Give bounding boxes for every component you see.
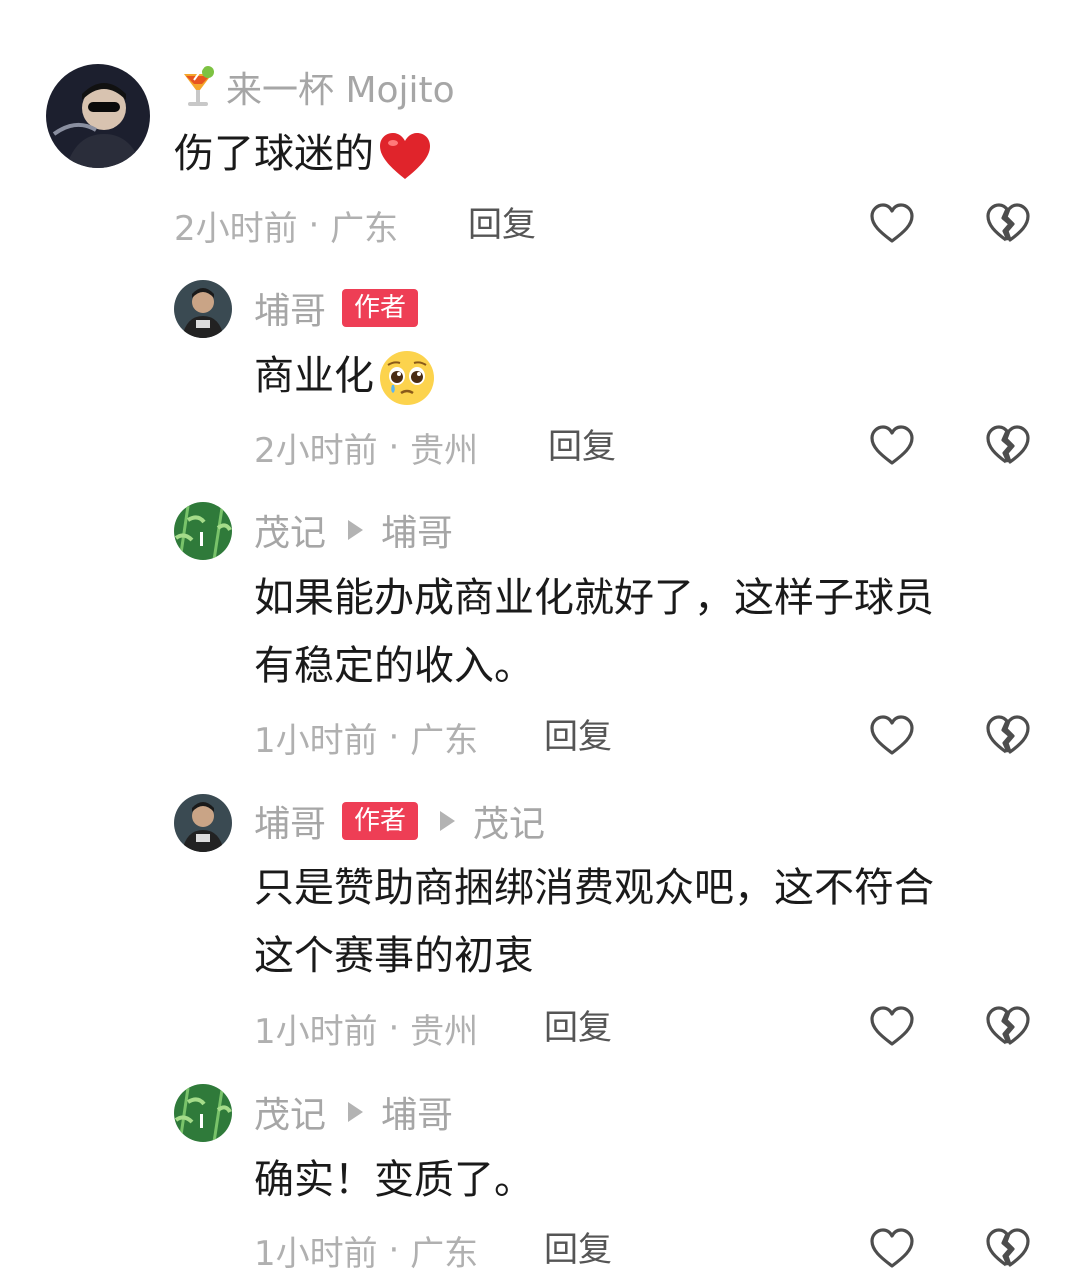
like-button[interactable] bbox=[868, 1003, 916, 1051]
heart-outline-icon bbox=[868, 1003, 916, 1051]
comment-1-meta: 2小时前 · 广东 bbox=[174, 200, 398, 250]
comment-1-text: 伤了球迷的 bbox=[174, 120, 432, 188]
comment-text-line: 这个赛事的初衷 bbox=[254, 933, 534, 979]
comment-5-author-row: 茂记 埔哥 bbox=[254, 1087, 453, 1137]
meta-separator: · bbox=[377, 1230, 411, 1270]
comment-3-text: 如果能办成商业化就好了，这样子球员 有稳定的收入。 bbox=[254, 564, 934, 700]
comment-1-author-row: 来一杯 Mojito bbox=[180, 62, 455, 112]
pleading-face-emoji bbox=[378, 349, 436, 407]
like-button[interactable] bbox=[868, 200, 916, 248]
comment-text-line: 有稳定的收入。 bbox=[254, 643, 534, 689]
reply-button[interactable]: 回复 bbox=[548, 422, 616, 472]
reply-to-name[interactable]: 茂记 bbox=[473, 795, 545, 847]
comment-location: 广东 bbox=[410, 720, 479, 761]
heart-outline-icon bbox=[868, 422, 916, 470]
comment-text-line: 只是赞助商捆绑消费观众吧，这不符合 bbox=[254, 865, 934, 911]
meta-separator: · bbox=[377, 717, 411, 757]
comment-author-name[interactable]: 茂记 bbox=[254, 1086, 326, 1138]
broken-heart-outline-icon bbox=[984, 200, 1032, 248]
comment-author-name[interactable]: 埔哥 bbox=[254, 795, 326, 847]
comment-location: 广东 bbox=[330, 208, 399, 249]
dislike-button[interactable] bbox=[984, 200, 1032, 248]
comment-text-body: 商业化 bbox=[254, 353, 374, 399]
dislike-button[interactable] bbox=[984, 1003, 1032, 1051]
comment-time: 2小时前 bbox=[174, 208, 298, 249]
like-button[interactable] bbox=[868, 422, 916, 470]
comment-time: 1小时前 bbox=[254, 720, 378, 761]
avatar-maoji[interactable] bbox=[174, 502, 232, 560]
avatar-maoji[interactable] bbox=[174, 1084, 232, 1142]
comment-5-text: 确实！变质了。 bbox=[254, 1146, 534, 1214]
broken-heart-outline-icon bbox=[984, 712, 1032, 760]
avatar-puge[interactable] bbox=[174, 794, 232, 852]
comment-time: 2小时前 bbox=[254, 430, 378, 471]
comment-text-line: 如果能办成商业化就好了，这样子球员 bbox=[254, 575, 934, 621]
comment-2-author-row: 埔哥 作者 bbox=[254, 282, 419, 334]
meta-separator: · bbox=[297, 205, 331, 245]
like-button[interactable] bbox=[868, 712, 916, 760]
comment-location: 贵州 bbox=[410, 1011, 479, 1052]
reply-to-arrow-icon bbox=[348, 1102, 364, 1122]
comment-3-author-row: 茂记 埔哥 bbox=[254, 505, 453, 555]
broken-heart-outline-icon bbox=[984, 1225, 1032, 1273]
avatar-puge[interactable] bbox=[174, 280, 232, 338]
broken-heart-outline-icon bbox=[984, 1003, 1032, 1051]
comment-location: 贵州 bbox=[410, 430, 479, 471]
comment-author-name[interactable]: 来一杯 Mojito bbox=[226, 61, 455, 113]
red-heart-emoji bbox=[378, 131, 432, 181]
reply-button[interactable]: 回复 bbox=[544, 1225, 612, 1275]
reply-to-name[interactable]: 埔哥 bbox=[381, 1086, 453, 1138]
author-badge: 作者 bbox=[342, 289, 419, 327]
dislike-button[interactable] bbox=[984, 1225, 1032, 1273]
comment-4-text: 只是赞助商捆绑消费观众吧，这不符合 这个赛事的初衷 bbox=[254, 854, 934, 990]
heart-outline-icon bbox=[868, 200, 916, 248]
comment-2-text: 商业化 bbox=[254, 342, 436, 410]
comment-time: 1小时前 bbox=[254, 1233, 378, 1274]
heart-outline-icon bbox=[868, 1225, 916, 1273]
reply-button[interactable]: 回复 bbox=[544, 712, 612, 762]
like-button[interactable] bbox=[868, 1225, 916, 1273]
dislike-button[interactable] bbox=[984, 422, 1032, 470]
author-badge: 作者 bbox=[342, 802, 419, 840]
heart-outline-icon bbox=[868, 712, 916, 760]
comment-author-name[interactable]: 茂记 bbox=[254, 504, 326, 556]
comment-text-body: 伤了球迷的 bbox=[174, 131, 374, 177]
comment-4-author-row: 埔哥 作者 茂记 bbox=[254, 796, 545, 846]
cocktail-emoji bbox=[180, 64, 216, 110]
comment-text-body: 确实！变质了。 bbox=[254, 1157, 534, 1203]
reply-button[interactable]: 回复 bbox=[544, 1003, 612, 1053]
comment-time: 1小时前 bbox=[254, 1011, 378, 1052]
comment-location: 广东 bbox=[410, 1233, 479, 1274]
comment-3-meta: 1小时前 · 广东 bbox=[254, 712, 478, 762]
reply-to-arrow-icon bbox=[348, 520, 364, 540]
dislike-button[interactable] bbox=[984, 712, 1032, 760]
comment-5-meta: 1小时前 · 广东 bbox=[254, 1225, 478, 1275]
meta-separator: · bbox=[377, 1008, 411, 1048]
comment-4-meta: 1小时前 · 贵州 bbox=[254, 1003, 478, 1053]
reply-button[interactable]: 回复 bbox=[468, 200, 536, 250]
reply-to-name[interactable]: 埔哥 bbox=[381, 504, 453, 556]
broken-heart-outline-icon bbox=[984, 422, 1032, 470]
avatar-mojito[interactable] bbox=[46, 64, 150, 168]
reply-to-arrow-icon bbox=[440, 811, 456, 831]
comment-author-name[interactable]: 埔哥 bbox=[254, 282, 326, 334]
meta-separator: · bbox=[377, 427, 411, 467]
comment-2-meta: 2小时前 · 贵州 bbox=[254, 422, 478, 472]
